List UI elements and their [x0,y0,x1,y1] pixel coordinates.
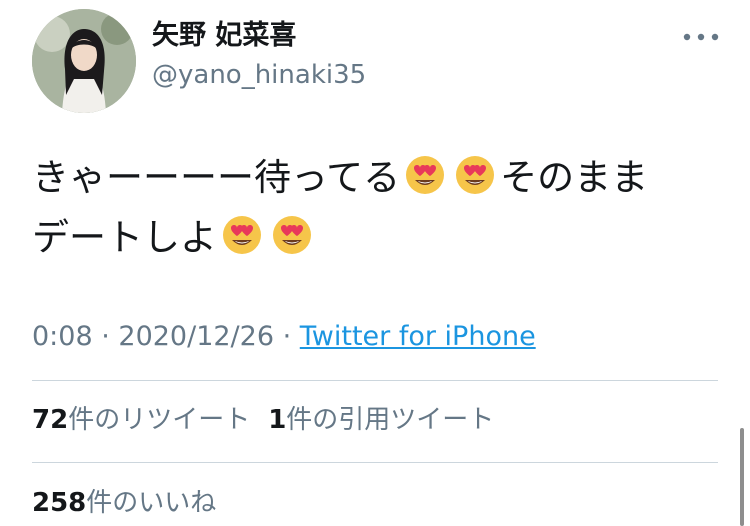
quotes-count: 1 [268,405,287,435]
tweet-text: きゃーーーー待ってる そのまま デートしよ [32,148,722,268]
likes-label: 件のいいね [86,488,217,518]
heart-eyes-emoji-icon [223,216,261,254]
user-handle[interactable]: @yano_hinaki35 [152,58,366,92]
retweets-count: 72 [32,405,69,435]
tweet-text-segment: デートしよ [32,216,217,259]
retweets-label: 件のリツイート [68,405,251,435]
retweet-stats-row: 72件のリツイート 1件の引用ツイート [32,402,494,438]
retweets-stat[interactable]: 72件のリツイート [32,405,250,435]
tweet-line-1: きゃーーーー待ってる そのまま [32,148,722,208]
likes-stat[interactable]: 258件のいいね [32,488,216,518]
scrollbar[interactable] [740,428,744,526]
meta-separator: · [274,321,300,352]
heart-eyes-emoji-icon [406,156,445,194]
more-options-button[interactable] [678,22,724,52]
divider [32,462,718,463]
tweet-text-segment: きゃーーーー待ってる [32,156,401,199]
divider [32,380,718,381]
heart-eyes-emoji-icon [273,216,311,254]
tweet-time: 0:08 [32,321,93,352]
heart-eyes-emoji-icon [456,156,495,194]
quotes-label: 件の引用ツイート [286,405,495,435]
more-icon [683,33,719,41]
likes-count: 258 [32,488,87,518]
tweet-date: 2020/12/26 [118,321,275,352]
tweet-text-segment: そのまま [500,156,649,199]
tweet-line-2: デートしよ [32,208,722,268]
display-name[interactable]: 矢野 妃菜喜 [152,18,296,54]
tweet-meta: 0:08 · 2020/12/26 · Twitter for iPhone [32,318,536,356]
likes-stats-row: 258件のいいね [32,485,216,521]
quotes-stat[interactable]: 1件の引用ツイート [268,405,494,435]
meta-separator: · [92,321,119,352]
tweet-source-link[interactable]: Twitter for iPhone [300,321,536,352]
avatar[interactable] [32,9,136,113]
